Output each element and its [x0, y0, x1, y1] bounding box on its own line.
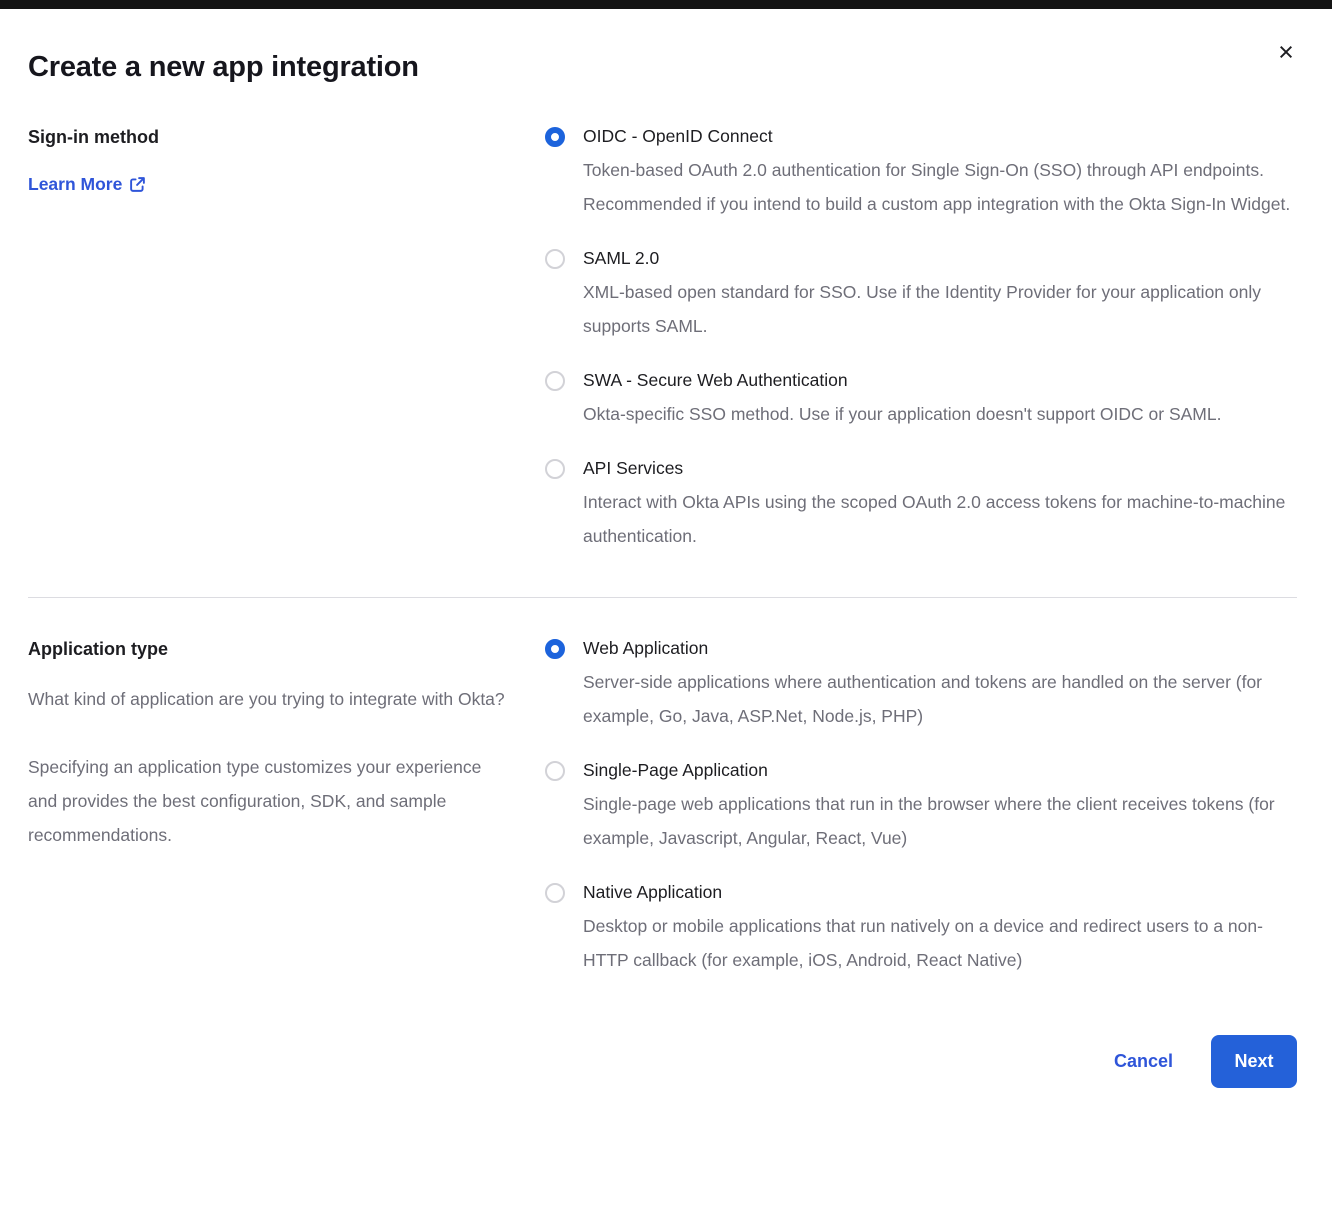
radio-option-single-page-application[interactable]: Single-Page Application Single-page web …: [545, 760, 1297, 855]
option-label: Single-Page Application: [583, 760, 1297, 781]
signin-method-section: Sign-in method Learn More OIDC - OpenID …: [0, 126, 1332, 553]
option-description: Desktop or mobile applications that run …: [583, 909, 1297, 977]
application-type-heading: Application type: [28, 638, 545, 660]
option-description: Single-page web applications that run in…: [583, 787, 1297, 855]
application-type-section: Application type What kind of applicatio…: [0, 638, 1332, 977]
next-button[interactable]: Next: [1211, 1035, 1297, 1088]
application-type-explanation: Specifying an application type customize…: [28, 750, 508, 852]
radio-unselected-icon[interactable]: [545, 371, 565, 391]
radio-option-web-application[interactable]: Web Application Server-side applications…: [545, 638, 1297, 733]
radio-option-saml[interactable]: SAML 2.0 XML-based open standard for SSO…: [545, 248, 1297, 343]
learn-more-link[interactable]: Learn More: [28, 174, 146, 195]
option-label: Native Application: [583, 882, 1297, 903]
option-description: Token-based OAuth 2.0 authentication for…: [583, 153, 1297, 221]
radio-option-api-services[interactable]: API Services Interact with Okta APIs usi…: [545, 458, 1297, 553]
radio-unselected-icon[interactable]: [545, 883, 565, 903]
signin-method-heading: Sign-in method: [28, 126, 545, 148]
radio-selected-icon[interactable]: [545, 639, 565, 659]
option-label: OIDC - OpenID Connect: [583, 126, 1297, 147]
option-label: Web Application: [583, 638, 1297, 659]
learn-more-label: Learn More: [28, 174, 122, 195]
page-title: Create a new app integration: [28, 51, 1332, 84]
application-type-question: What kind of application are you trying …: [28, 682, 508, 716]
option-description: Okta-specific SSO method. Use if your ap…: [583, 397, 1297, 431]
radio-selected-icon[interactable]: [545, 127, 565, 147]
option-description: XML-based open standard for SSO. Use if …: [583, 275, 1297, 343]
radio-unselected-icon[interactable]: [545, 459, 565, 479]
option-description: Interact with Okta APIs using the scoped…: [583, 485, 1297, 553]
option-description: Server-side applications where authentic…: [583, 665, 1297, 733]
radio-option-swa[interactable]: SWA - Secure Web Authentication Okta-spe…: [545, 370, 1297, 431]
external-link-icon: [129, 176, 146, 193]
cancel-button[interactable]: Cancel: [1114, 1051, 1173, 1072]
option-label: SAML 2.0: [583, 248, 1297, 269]
option-label: SWA - Secure Web Authentication: [583, 370, 1297, 391]
radio-option-oidc[interactable]: OIDC - OpenID Connect Token-based OAuth …: [545, 126, 1297, 221]
radio-option-native-application[interactable]: Native Application Desktop or mobile app…: [545, 882, 1297, 977]
option-label: API Services: [583, 458, 1297, 479]
section-divider: [28, 597, 1297, 598]
dialog-footer: Cancel Next: [0, 1035, 1332, 1088]
overlay-top-bar: [0, 0, 1332, 9]
radio-unselected-icon[interactable]: [545, 761, 565, 781]
close-icon[interactable]: ×: [1268, 34, 1304, 70]
radio-unselected-icon[interactable]: [545, 249, 565, 269]
